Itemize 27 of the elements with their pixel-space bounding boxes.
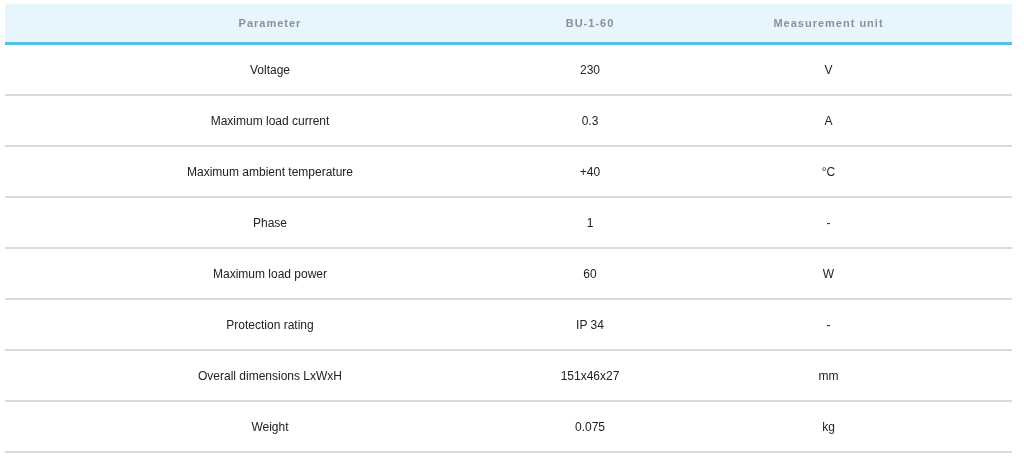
table-cell: 0.3 <box>535 96 645 147</box>
table-cell: Weight <box>5 402 535 453</box>
table-cell: W <box>645 249 1012 300</box>
table-cell: +40 <box>535 147 645 198</box>
table-cell: V <box>645 45 1012 96</box>
table-cell: Protection rating <box>5 300 535 351</box>
table-cell: °C <box>645 147 1012 198</box>
column-header: BU-1-60 <box>535 4 645 45</box>
table-cell: kg <box>645 402 1012 453</box>
table-cell: Phase <box>5 198 535 249</box>
table-cell: 0.075 <box>535 402 645 453</box>
table-cell: Maximum load power <box>5 249 535 300</box>
table-cell: IP 34 <box>535 300 645 351</box>
table-cell: A <box>645 96 1012 147</box>
column-header: Parameter <box>5 4 535 45</box>
table-cell: Voltage <box>5 45 535 96</box>
table-cell: Maximum ambient temperature <box>5 147 535 198</box>
table-cell: 151x46x27 <box>535 351 645 402</box>
table-cell: 60 <box>535 249 645 300</box>
column-header: Measurement unit <box>645 4 1012 45</box>
table-cell: Maximum load current <box>5 96 535 147</box>
table-cell: 230 <box>535 45 645 96</box>
table-cell: 1 <box>535 198 645 249</box>
table-cell: - <box>645 300 1012 351</box>
table-cell: mm <box>645 351 1012 402</box>
table-cell: Overall dimensions LxWxH <box>5 351 535 402</box>
table-cell: - <box>645 198 1012 249</box>
